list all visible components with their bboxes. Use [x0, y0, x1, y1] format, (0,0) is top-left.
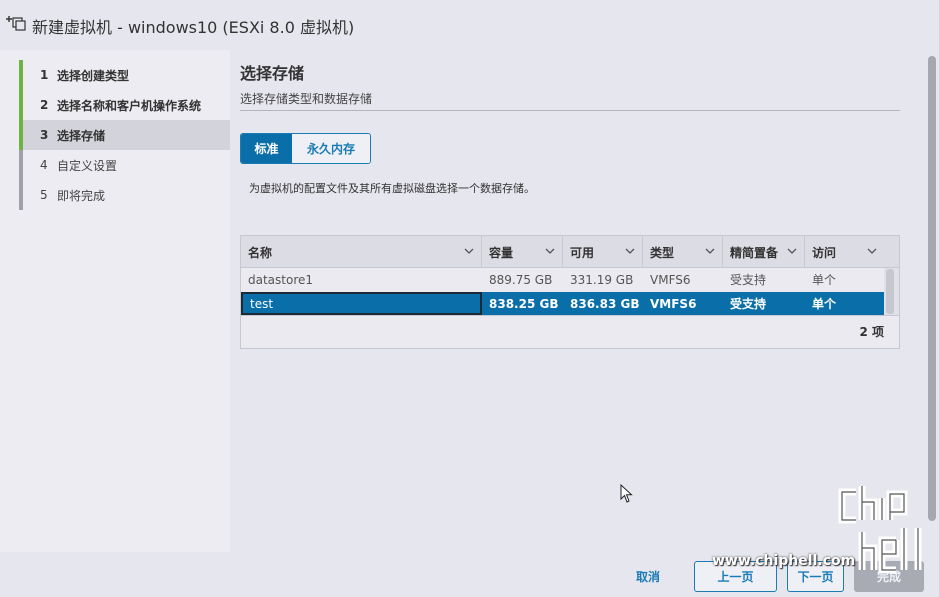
step-select-creation-type[interactable]: 1 选择创建类型: [19, 60, 230, 90]
step-label: 选择创建类型: [57, 68, 130, 83]
wizard-sidebar: 1 选择创建类型 2 选择名称和客户机操作系统 3 选择存储 4 自定义设置 5…: [0, 50, 230, 552]
step-label: 选择名称和客户机操作系统: [57, 98, 202, 113]
step-number: 1: [40, 68, 49, 82]
cell-name: test: [241, 292, 482, 315]
storage-description: 为虚拟机的配置文件及其所有虚拟磁盘选择一个数据存储。: [249, 182, 535, 195]
step-select-storage[interactable]: 3 选择存储: [19, 120, 230, 150]
table-scroll-thumb[interactable]: [886, 269, 894, 314]
column-header-thin-provisioning[interactable]: 精简置备: [723, 236, 805, 268]
watermark-url: www.chiphell.com: [712, 553, 856, 569]
divider: [240, 110, 900, 111]
step-customize-settings[interactable]: 4 自定义设置: [19, 150, 230, 180]
step-ready-to-complete[interactable]: 5 即将完成: [19, 180, 230, 210]
chevron-down-icon[interactable]: [625, 246, 635, 256]
title-bar: 新建虚拟机 - windows10 (ESXi 8.0 虚拟机): [0, 0, 939, 50]
step-label: 即将完成: [57, 188, 106, 203]
step-number: 3: [40, 128, 49, 142]
cell-access: 单个: [812, 297, 837, 311]
mouse-cursor-icon: [620, 484, 633, 503]
page-title: 选择存储: [240, 64, 305, 83]
item-count: 2 项: [859, 325, 884, 339]
divider: [241, 315, 899, 316]
step-label: 自定义设置: [57, 158, 118, 173]
column-label: 容量: [489, 245, 514, 260]
column-header-free[interactable]: 可用: [563, 236, 643, 268]
cell-type: VMFS6: [650, 296, 697, 311]
cell-thin-provisioning: 受支持: [730, 273, 767, 287]
chevron-down-icon[interactable]: [545, 246, 555, 256]
column-header-name[interactable]: 名称: [241, 236, 482, 268]
window-title: 新建虚拟机 - windows10 (ESXi 8.0 虚拟机): [32, 18, 355, 37]
column-label: 访问: [812, 245, 837, 260]
chevron-down-icon[interactable]: [705, 246, 715, 256]
cell-capacity: 838.25 GB: [489, 296, 559, 311]
column-header-type[interactable]: 类型: [643, 236, 723, 268]
main-panel: 选择存储 选择存储类型和数据存储 标准 永久内存 为虚拟机的配置文件及其所有虚拟…: [230, 50, 926, 552]
cell-type: VMFS6: [650, 272, 691, 287]
step-number: 2: [40, 98, 49, 112]
chevron-down-icon[interactable]: [867, 246, 877, 256]
page-subtitle: 选择存储类型和数据存储: [240, 92, 373, 106]
cell-free: 836.83 GB: [570, 296, 640, 311]
cell-free: 331.19 GB: [570, 272, 634, 287]
table-row-selected[interactable]: test 838.25 GB 836.83 GB VMFS6 受支持 单个: [241, 292, 884, 315]
chiphell-logo-icon: [838, 486, 922, 574]
column-label: 名称: [248, 245, 273, 260]
cell-thin-provisioning: 受支持: [730, 297, 767, 311]
step-select-name-os[interactable]: 2 选择名称和客户机操作系统: [19, 90, 230, 120]
cell-capacity: 889.75 GB: [489, 272, 553, 287]
step-number: 4: [40, 158, 48, 172]
storage-type-toggle: 标准 永久内存: [240, 133, 371, 164]
standard-storage-button[interactable]: 标准: [241, 134, 292, 163]
new-vm-icon: [6, 16, 26, 31]
step-number: 5: [40, 188, 48, 202]
cancel-button[interactable]: 取消: [620, 561, 676, 592]
persistent-memory-button[interactable]: 永久内存: [292, 134, 370, 163]
column-header-capacity[interactable]: 容量: [482, 236, 563, 268]
chevron-down-icon[interactable]: [787, 246, 797, 256]
main-scrollbar[interactable]: [926, 50, 939, 552]
chevron-down-icon[interactable]: [464, 246, 474, 256]
main-scroll-thumb[interactable]: [928, 56, 936, 521]
table-header: 名称 容量 可用 类型 精简置备 访问: [241, 236, 899, 268]
step-label: 选择存储: [57, 128, 106, 143]
column-label: 精简置备: [730, 245, 779, 260]
table-row[interactable]: datastore1 889.75 GB 331.19 GB VMFS6 受支持…: [241, 268, 884, 291]
table-scrollbar[interactable]: [884, 268, 899, 315]
column-label: 可用: [570, 245, 595, 260]
cell-name: datastore1: [248, 272, 314, 287]
datastore-table: 名称 容量 可用 类型 精简置备 访问 datastore1 889.75 GB…: [240, 235, 900, 349]
column-header-access[interactable]: 访问: [805, 236, 884, 268]
wizard-steps: 1 选择创建类型 2 选择名称和客户机操作系统 3 选择存储 4 自定义设置 5…: [19, 60, 230, 210]
cell-access: 单个: [812, 273, 837, 287]
column-label: 类型: [650, 245, 675, 260]
